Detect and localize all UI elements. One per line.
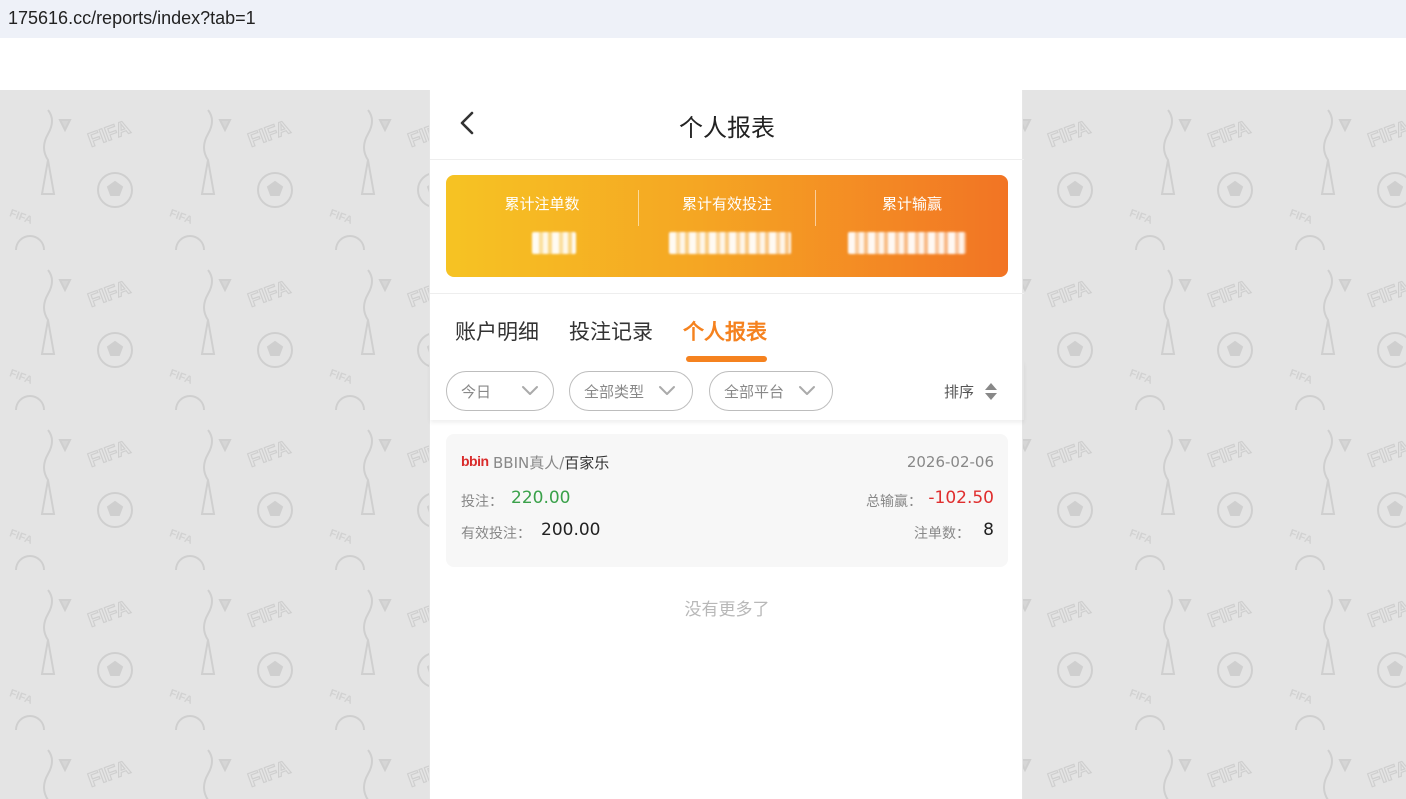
browser-address-bar[interactable]: 175616.cc/reports/index?tab=1 <box>0 0 1406 38</box>
page-title: 个人报表 <box>679 114 775 142</box>
no-more-text: 没有更多了 <box>684 600 770 620</box>
platform-filter-value: 全部平台 <box>724 383 785 401</box>
type-filter-dropdown[interactable]: 全部类型 <box>569 371 693 411</box>
stat-label: 累计输赢 <box>881 195 942 213</box>
type-filter-value: 全部类型 <box>584 383 645 401</box>
valid-bet-label: 有效投注： <box>461 526 531 542</box>
sort-icon <box>985 383 997 400</box>
blurred-value <box>532 232 576 254</box>
sort-label: 排序 <box>944 383 975 401</box>
tab-account-details[interactable]: 账户明细 <box>455 316 539 346</box>
tab-personal-report[interactable]: 个人报表 <box>683 316 767 346</box>
filter-bar: 今日 全部类型 全部平台 排序 <box>430 360 1024 420</box>
summary-card: 累计注单数 累计有效投注 累计输赢 <box>446 175 1008 277</box>
date-filter-dropdown[interactable]: 今日 <box>446 371 554 411</box>
stat-valid-bet: 累计有效投注 <box>639 175 815 277</box>
order-count-value: 8 <box>983 520 994 540</box>
game-type: 百家乐 <box>564 454 610 472</box>
record-date: 2026-02-06 <box>906 453 994 471</box>
blurred-value <box>669 232 791 254</box>
provider-name: BBIN真人 <box>493 454 560 472</box>
bbin-logo: bbin <box>461 453 489 469</box>
win-loss-value: -102.50 <box>928 488 994 508</box>
page-header: 个人报表 <box>430 90 1024 160</box>
bet-label: 投注： <box>461 494 503 510</box>
tab-bet-records[interactable]: 投注记录 <box>569 316 653 346</box>
date-filter-value: 今日 <box>461 383 492 401</box>
stat-label: 累计有效投注 <box>681 195 772 213</box>
report-record-card[interactable]: bbin BBIN真人/百家乐 2026-02-06 投注： 220.00 总输… <box>446 434 1008 567</box>
tab-bar: 账户明细 投注记录 个人报表 <box>430 293 1024 362</box>
win-loss-label: 总输赢： <box>866 494 922 510</box>
chevron-down-icon <box>799 386 815 395</box>
stat-total-win-loss: 累计输赢 <box>816 175 1008 277</box>
valid-bet-value: 200.00 <box>541 520 601 540</box>
bet-value: 220.00 <box>511 488 571 508</box>
mobile-page: 个人报表 累计注单数 累计有效投注 累计输赢 账户明细 投注记录 个人报表 今日 <box>429 90 1024 799</box>
order-count-label: 注单数： <box>914 526 970 542</box>
chevron-down-icon <box>659 386 675 395</box>
blurred-value <box>848 232 966 254</box>
stat-total-orders: 累计注单数 <box>446 175 638 277</box>
game-name: BBIN真人/百家乐 <box>493 452 609 473</box>
platform-filter-dropdown[interactable]: 全部平台 <box>709 371 833 411</box>
chevron-down-icon <box>522 386 538 395</box>
url-text[interactable]: 175616.cc/reports/index?tab=1 <box>8 8 256 29</box>
stat-label: 累计注单数 <box>504 195 580 213</box>
